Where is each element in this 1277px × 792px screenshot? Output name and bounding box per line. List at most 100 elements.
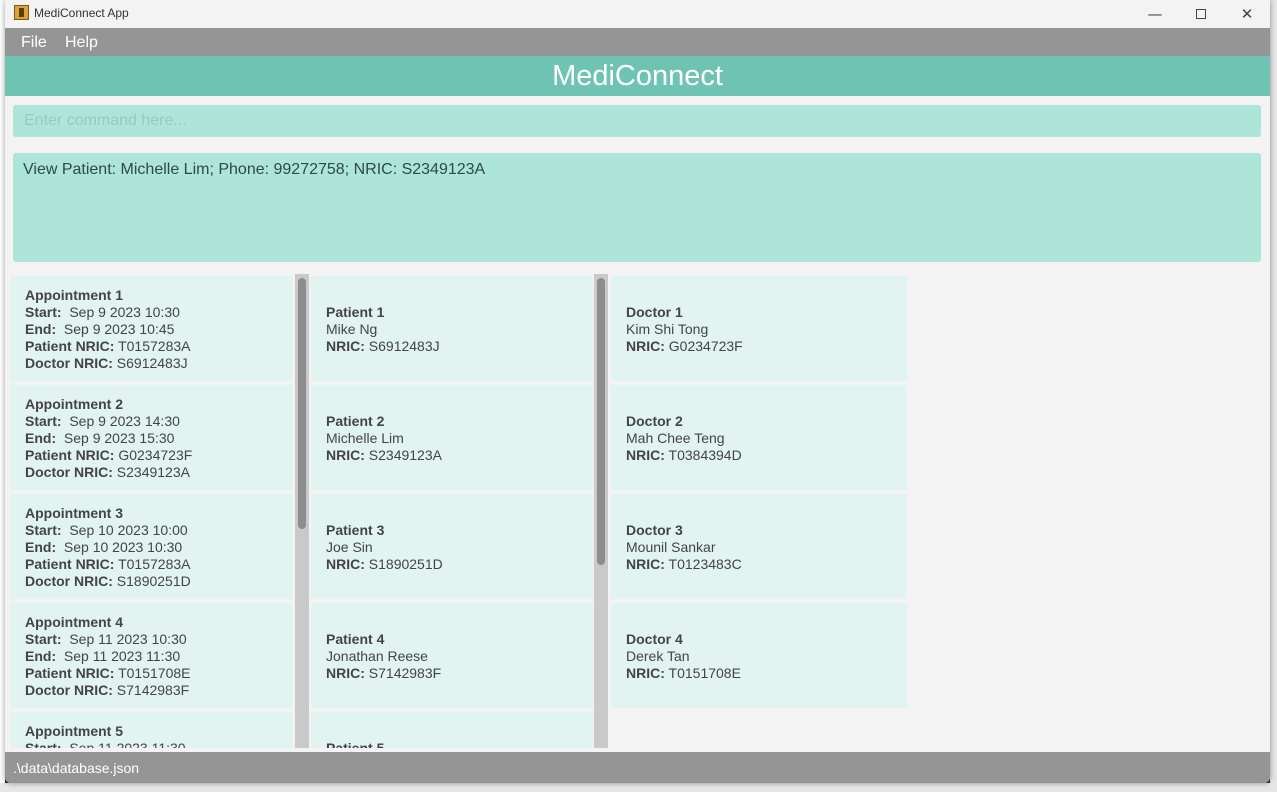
doctor-title: Doctor 2 [626,413,683,429]
patient-list[interactable]: Patient 1 Mike Ng NRIC: S6912483J Patien… [311,274,593,748]
desktop-edge-bottom [0,783,1277,792]
doctor-nric: T0384394D [668,447,742,463]
doctor-name: Mah Chee Teng [626,430,725,446]
appointment-title: Appointment 1 [25,287,123,303]
patient-card[interactable]: Patient 4 Jonathan Reese NRIC: S7142983F [311,603,593,708]
end-label: End: [25,321,57,337]
patient-scrollbar[interactable] [594,274,608,748]
appointment-patient-nric: T0157283A [118,338,191,354]
app-banner-title: MediConnect [5,56,1270,96]
doctor-name: Derek Tan [626,648,690,664]
appointment-card[interactable]: Appointment 2 Start: Sep 9 2023 14:30 En… [10,385,293,490]
doctor-nric-label: Doctor NRIC: [25,464,113,480]
nric-label: NRIC: [626,556,665,572]
appointment-start: Sep 9 2023 14:30 [69,413,180,429]
minimize-button[interactable]: — [1132,0,1178,27]
doctor-nric-label: Doctor NRIC: [25,355,113,371]
doctor-card[interactable]: Doctor 3 Mounil Sankar NRIC: T0123483C [611,494,907,599]
appointment-end: Sep 9 2023 15:30 [63,430,175,446]
patient-nric-label: Patient NRIC: [25,338,115,354]
start-label: Start: [25,304,62,320]
appointment-patient-nric: G0234723F [118,447,193,463]
nric-label: NRIC: [626,447,665,463]
close-button[interactable]: ✕ [1224,0,1270,27]
appointment-start: Sep 11 2023 10:30 [69,631,187,647]
desktop-edge-right [1270,0,1277,792]
start-label: Start: [25,413,62,429]
patient-title: Patient 2 [326,413,385,429]
window-title: MediConnect App [34,6,129,20]
patient-nric-label: Patient NRIC: [25,556,115,572]
nric-label: NRIC: [326,556,365,572]
patient-title: Patient 4 [326,631,385,647]
patient-card[interactable]: Patient 3 Joe Sin NRIC: S1890251D [311,494,593,599]
app-window: MediConnect App — ✕ File Help MediConnec… [5,0,1270,783]
appointment-end: Sep 11 2023 11:30 [63,648,181,664]
doctor-title: Doctor 3 [626,522,683,538]
end-label: End: [25,539,57,555]
appointment-end: Sep 9 2023 10:45 [63,321,175,337]
patient-card[interactable]: Patient 5 [311,712,593,748]
appointment-scroll-thumb[interactable] [298,278,306,529]
appointment-title: Appointment 4 [25,614,123,630]
patient-card[interactable]: Patient 2 Michelle Lim NRIC: S2349123A [311,385,593,490]
close-icon: ✕ [1240,4,1254,23]
menu-bar: File Help [5,28,1270,56]
result-text: View Patient: Michelle Lim; Phone: 99272… [23,161,486,178]
patient-nric-label: Patient NRIC: [25,447,115,463]
command-box [13,105,1261,137]
doctor-list[interactable]: Doctor 1 Kim Shi Tong NRIC: G0234723F Do… [611,274,907,748]
doctor-name: Kim Shi Tong [626,321,709,337]
maximize-button[interactable] [1178,0,1224,27]
patient-title: Patient 1 [326,304,385,320]
doctor-card[interactable]: Doctor 1 Kim Shi Tong NRIC: G0234723F [611,276,907,381]
nric-label: NRIC: [626,665,665,681]
patient-nric: S6912483J [368,338,440,354]
appointment-card[interactable]: Appointment 3 Start: Sep 10 2023 10:00 E… [10,494,293,599]
title-bar[interactable]: MediConnect App — ✕ [5,0,1270,27]
appointment-doctor-nric: S7142983F [116,682,190,698]
doctor-nric: G0234723F [668,338,743,354]
end-label: End: [25,430,57,446]
command-input[interactable] [13,105,1261,137]
patient-card[interactable]: Patient 1 Mike Ng NRIC: S6912483J [311,276,593,381]
patient-name: Michelle Lim [326,430,404,446]
appointment-start: Sep 11 2023 11:30 [69,740,186,748]
patient-name: Jonathan Reese [326,648,428,664]
appointment-doctor-nric: S1890251D [116,573,191,589]
patient-nric: S7142983F [368,665,442,681]
appointment-doctor-nric: S2349123A [116,464,190,480]
doctor-card[interactable]: Doctor 2 Mah Chee Teng NRIC: T0384394D [611,385,907,490]
appointment-start: Sep 10 2023 10:00 [69,522,188,538]
nric-label: NRIC: [626,338,665,354]
menu-help[interactable]: Help [65,34,98,52]
start-label: Start: [25,631,62,647]
appointment-patient-nric: T0151708E [118,665,191,681]
patient-nric-label: Patient NRIC: [25,665,115,681]
appointment-scrollbar[interactable] [295,274,309,748]
start-label: Start: [25,740,62,748]
appointment-card[interactable]: Appointment 4 Start: Sep 11 2023 10:30 E… [10,603,293,708]
doctor-title: Doctor 4 [626,631,683,647]
start-label: Start: [25,522,62,538]
status-bar: .\data\database.json [5,752,1270,783]
patient-nric: S1890251D [368,556,443,572]
menu-file[interactable]: File [21,34,47,52]
doctor-card[interactable]: Doctor 4 Derek Tan NRIC: T0151708E [611,603,907,708]
patient-title: Patient 5 [326,740,385,748]
appointment-list[interactable]: Appointment 1 Start: Sep 9 2023 10:30 En… [10,274,293,748]
doctor-name: Mounil Sankar [626,539,716,555]
appointment-start: Sep 9 2023 10:30 [69,304,180,320]
patient-scroll-thumb[interactable] [597,278,605,565]
nric-label: NRIC: [326,447,365,463]
appointment-patient-nric: T0157283A [118,556,191,572]
appointment-card[interactable]: Appointment 1 Start: Sep 9 2023 10:30 En… [10,276,293,381]
appointment-card[interactable]: Appointment 5 Start: Sep 11 2023 11:30 [10,712,293,748]
patient-name: Mike Ng [326,321,378,337]
doctor-nric-label: Doctor NRIC: [25,573,113,589]
doctor-title: Doctor 1 [626,304,683,320]
patient-nric: S2349123A [368,447,442,463]
doctor-nric-label: Doctor NRIC: [25,682,113,698]
doctor-nric: T0123483C [668,556,742,572]
nric-label: NRIC: [326,338,365,354]
